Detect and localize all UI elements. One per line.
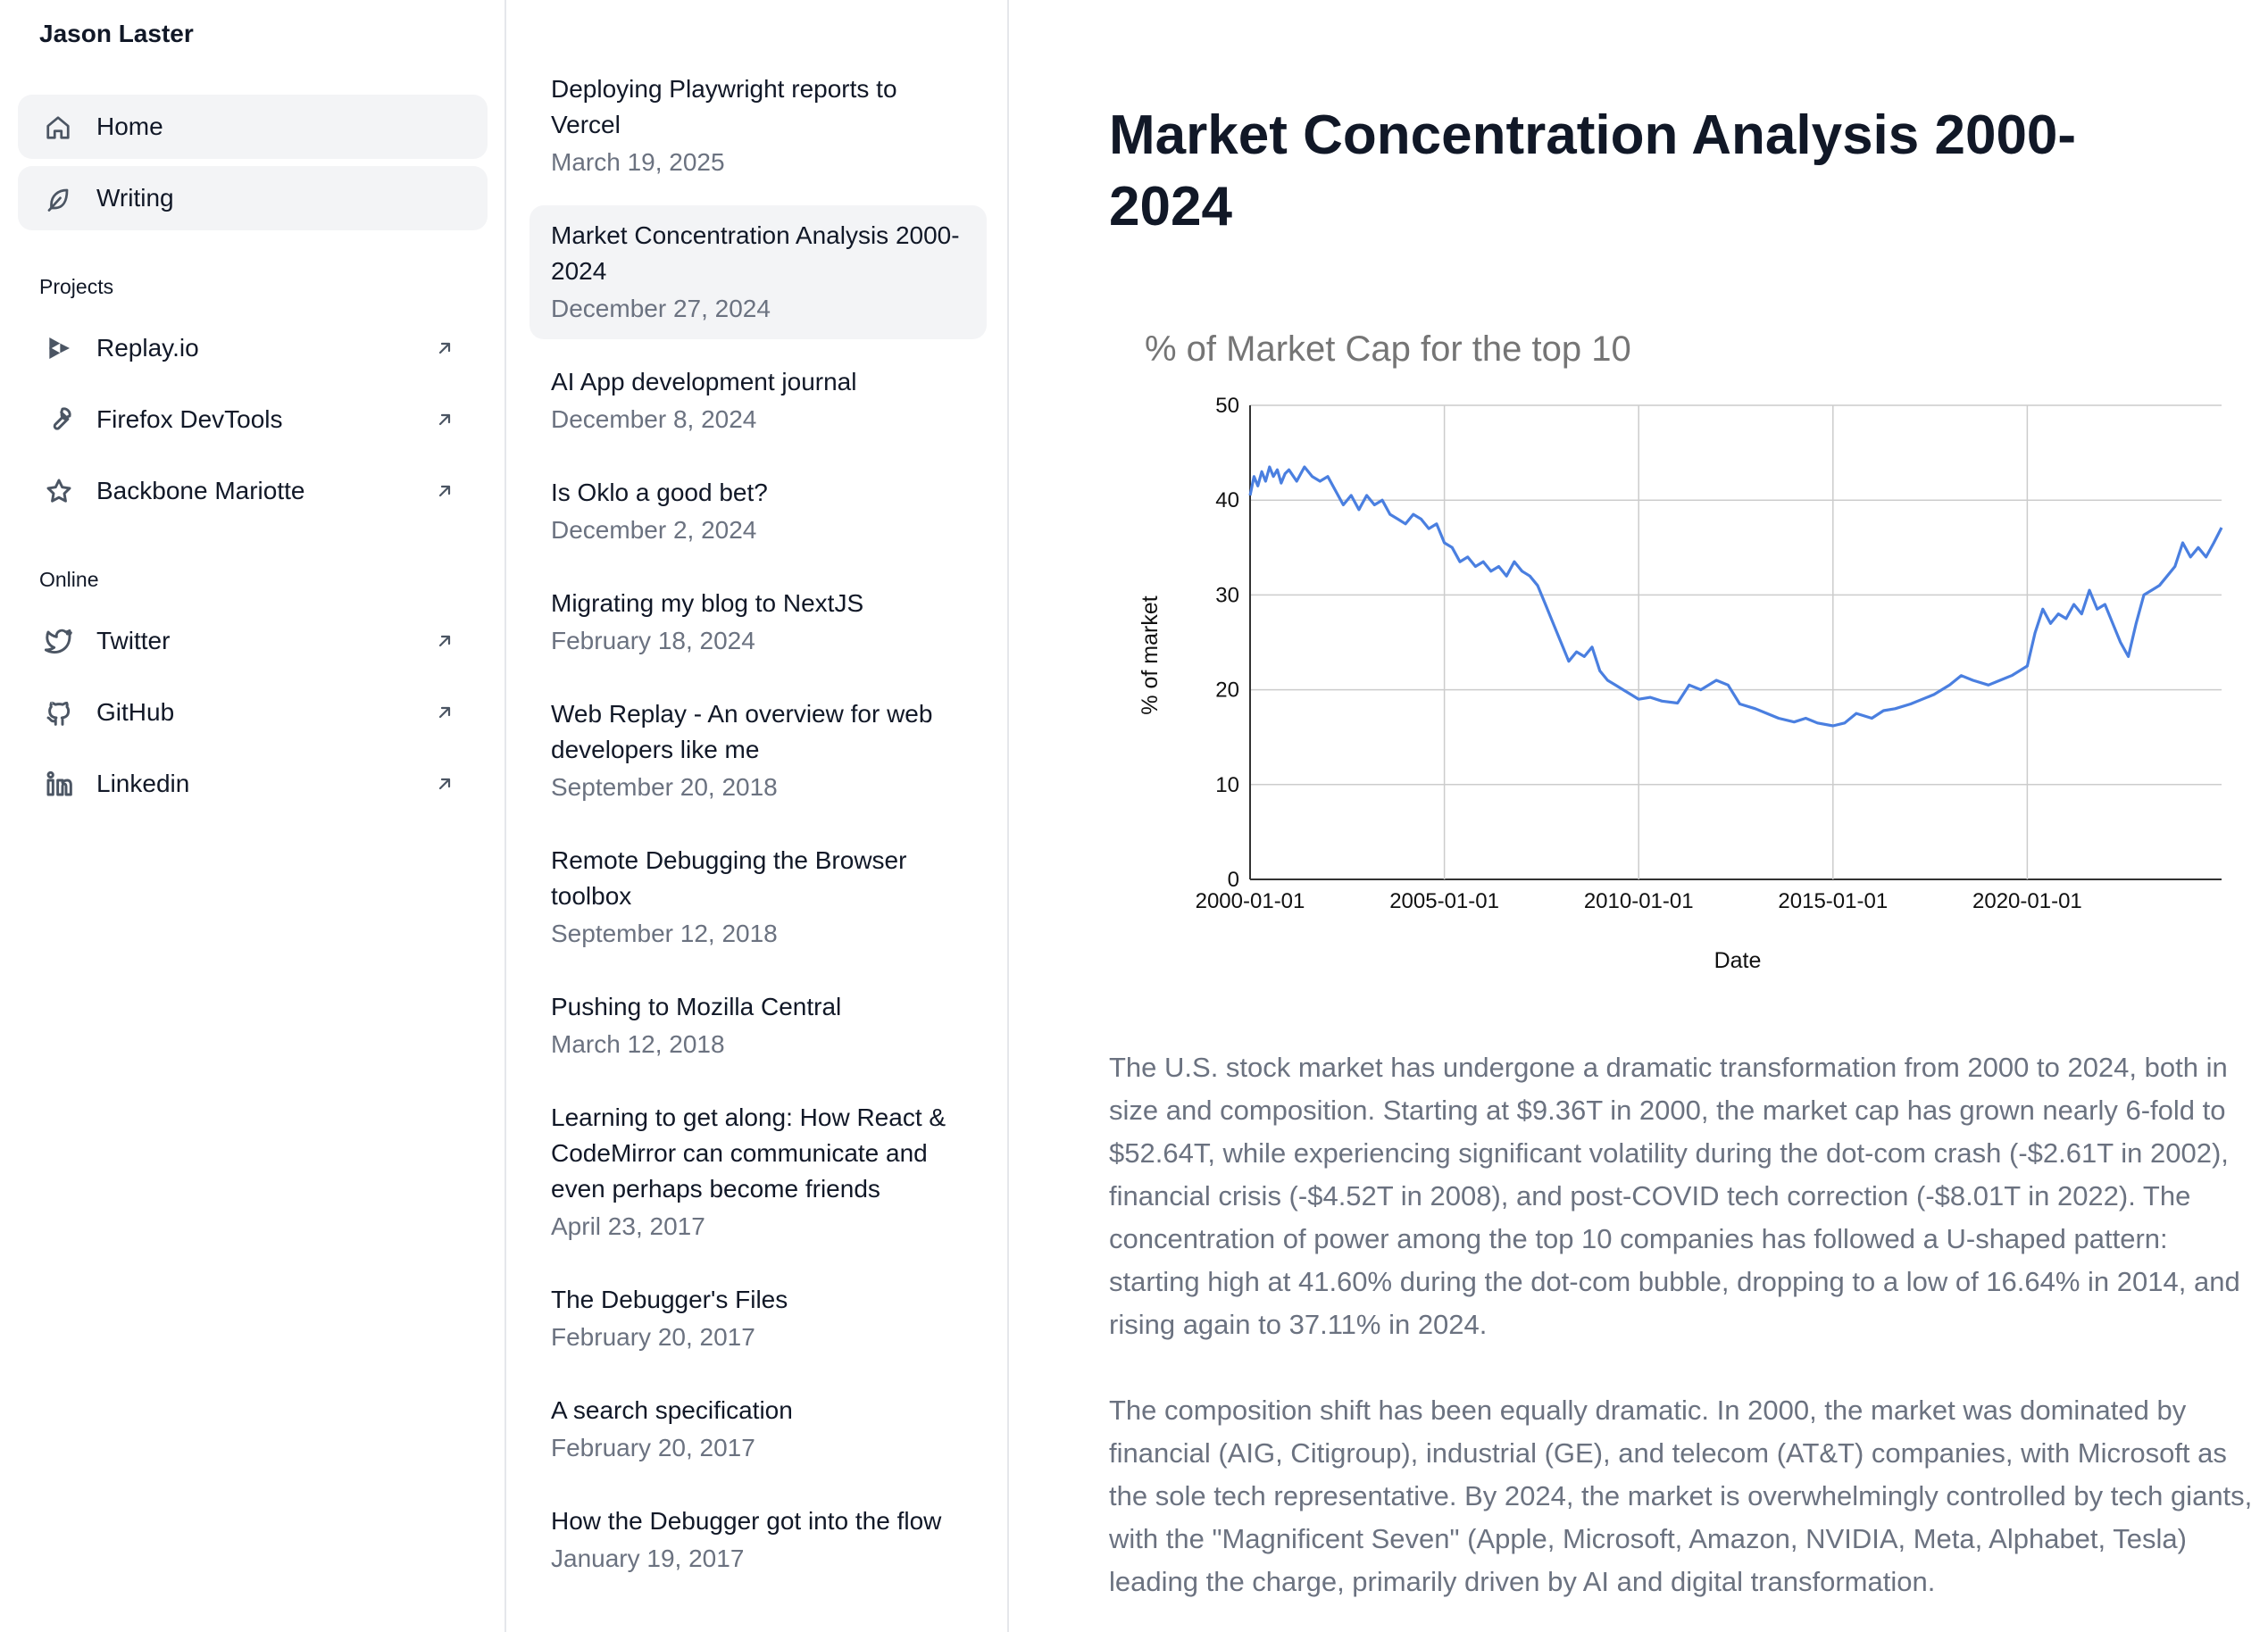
article-title: Market Concentration Analysis 2000-2024 [1109,104,2077,237]
post-title: AI App development journal [551,368,857,396]
project-link-backbone-mariotte[interactable]: Backbone Mariotte [18,464,488,518]
post-list-item[interactable]: AI App development journal December 8, 2… [529,364,987,437]
online-heading: Online [39,568,99,591]
post-list-item[interactable]: A search specification February 20, 2017 [529,1393,987,1466]
article-paragraph: The U.S. stock market has undergone a dr… [1109,1052,2240,1340]
post-date: April 23, 2017 [551,1212,705,1240]
post-date: March 19, 2025 [551,148,725,176]
post-date: February 20, 2017 [551,1323,755,1351]
y-tick-label: 50 [1215,394,1239,418]
feather-icon [47,188,69,212]
nav-home-label: Home [96,112,163,140]
linkedin-icon [46,770,72,796]
x-axis-label: Date [1714,948,1762,973]
project-label: Backbone Mariotte [96,477,305,504]
post-list-item-active[interactable]: Market Concentration Analysis 2000-2024 … [529,205,987,339]
nav-writing[interactable]: Writing [18,166,488,230]
chart-title: % of Market Cap for the top 10 [1145,329,1631,369]
external-link-arrow-icon [438,342,451,354]
post-title: The Debugger's Files [551,1286,788,1313]
x-tick-label: 2000-01-01 [1196,889,1305,913]
online-label: GitHub [96,698,175,726]
github-icon [46,701,71,726]
nav-writing-label: Writing [96,184,174,212]
project-label: Firefox DevTools [96,405,283,433]
y-tick-label: 0 [1228,868,1239,892]
post-list-item[interactable]: Pushing to Mozilla Central March 12, 201… [529,989,987,1062]
project-link-replay[interactable]: Replay.io [18,321,488,375]
external-link-arrow-icon [438,485,451,497]
post-list-item[interactable]: Is Oklo a good bet? December 2, 2024 [529,475,987,548]
online-link-linkedin[interactable]: Linkedin [18,757,488,811]
online-link-twitter[interactable]: Twitter [18,614,488,668]
wrench-icon [53,407,71,430]
site-owner-name[interactable]: Jason Laster [39,20,194,48]
chart-series [1248,465,2223,728]
project-link-firefox-devtools[interactable]: Firefox DevTools [18,393,488,446]
post-date: September 12, 2018 [551,920,778,947]
projects-heading: Projects [39,275,114,298]
article: Market Concentration Analysis 2000-2024 … [1009,0,2268,1632]
post-list-item[interactable]: Deploying Playwright reports to Vercel M… [529,71,987,180]
twitter-icon [45,629,72,654]
post-date: September 20, 2018 [551,773,778,801]
post-list-item[interactable]: The Debugger's Files February 20, 2017 [529,1282,987,1355]
post-title: Market Concentration Analysis 2000-2024 [551,221,960,285]
article-paragraph: The composition shift has been equally d… [1109,1395,2253,1597]
post-date: February 18, 2024 [551,627,755,654]
x-axis-ticks: 2000-01-01 2005-01-01 2010-01-01 2015-01-01… [1196,889,2082,913]
post-date: January 19, 2017 [551,1545,745,1572]
replay-icon [49,337,70,359]
post-title: Remote Debugging the Browser toolbox [551,846,907,910]
y-tick-label: 40 [1215,488,1239,512]
post-date: March 12, 2018 [551,1030,725,1058]
post-title: Migrating my blog to NextJS [551,589,864,617]
y-axis-ticks: 0 10 20 30 40 50 [1215,394,1239,892]
chart-gridlines [1249,404,2222,880]
y-tick-label: 30 [1215,583,1239,607]
post-list-item[interactable]: Migrating my blog to NextJS February 18,… [529,586,987,659]
post-title: Pushing to Mozilla Central [551,993,842,1020]
sidebar: Jason Laster Home Writing Projects Repla… [0,0,506,1632]
post-date: February 20, 2017 [551,1434,755,1461]
post-list: Deploying Playwright reports to Vercel M… [506,0,1009,1632]
project-label: Replay.io [96,334,199,362]
online-link-github[interactable]: GitHub [18,686,488,739]
post-title: Web Replay - An overview for web develop… [551,700,933,763]
y-tick-label: 20 [1215,679,1239,703]
external-link-arrow-icon [438,778,451,790]
external-link-arrow-icon [438,413,451,426]
external-link-arrow-icon [438,706,451,719]
post-list-item[interactable]: Remote Debugging the Browser toolbox Sep… [529,843,987,952]
home-icon [46,116,70,139]
post-date: December 27, 2024 [551,295,771,322]
post-title: How the Debugger got into the flow [551,1507,942,1535]
y-tick-label: 10 [1215,773,1239,797]
post-title: Is Oklo a good bet? [551,479,768,506]
nav-home[interactable]: Home [18,95,488,159]
post-list-item[interactable]: How the Debugger got into the flow Janua… [529,1503,987,1577]
post-list-item[interactable]: Learning to get along: How React & CodeM… [529,1100,987,1245]
x-tick-label: 2020-01-01 [1972,889,2082,913]
post-title: Deploying Playwright reports to Vercel [551,75,897,138]
x-tick-label: 2010-01-01 [1584,889,1694,913]
online-label: Twitter [96,627,171,654]
y-axis-label: % of market [1138,595,1163,714]
post-title: A search specification [551,1396,793,1424]
x-tick-label: 2005-01-01 [1389,889,1499,913]
post-date: December 2, 2024 [551,516,757,544]
post-title: Learning to get along: How React & CodeM… [551,1103,946,1203]
external-link-arrow-icon [438,635,451,647]
post-list-item[interactable]: Web Replay - An overview for web develop… [529,696,987,805]
star-icon [46,479,71,503]
online-label: Linkedin [96,770,190,797]
post-date: December 8, 2024 [551,405,757,433]
series-line [1248,465,2223,728]
market-cap-chart: % of Market Cap for the top 10 0 10 20 30 40… [1138,329,2223,973]
x-tick-label: 2015-01-01 [1778,889,1888,913]
